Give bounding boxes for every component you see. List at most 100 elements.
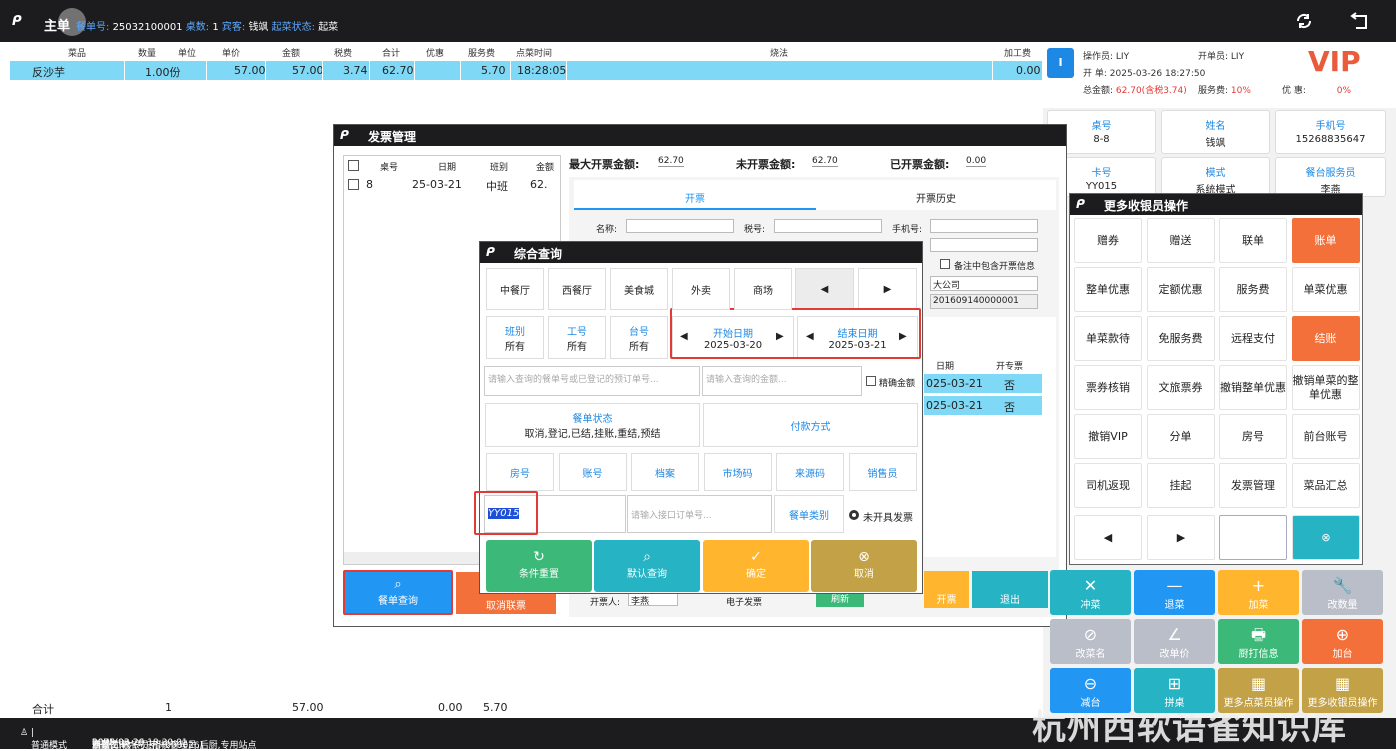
more-op-button[interactable]: 单菜款待 (1074, 316, 1142, 361)
issuer-select[interactable]: 李燕 (628, 592, 678, 607)
card-phone[interactable]: 手机号 15268835647 (1275, 110, 1386, 154)
staff-filter[interactable]: 工号 所有 (548, 316, 606, 359)
prev-page-button[interactable]: ◀ (1074, 515, 1142, 560)
exit-button[interactable]: 退出 (972, 571, 1048, 608)
issue-button[interactable]: 开票 (924, 571, 969, 608)
add-dish-button[interactable]: + 加菜 (1218, 570, 1299, 615)
more-op-button[interactable]: 服务费 (1219, 267, 1287, 312)
prev-venue-button[interactable]: ◀ (795, 268, 854, 310)
more-op-button[interactable]: 单菜优惠 (1291, 267, 1360, 312)
order-no-input[interactable]: 请输入查询的餐单号或已登记的预订单号... (484, 366, 700, 396)
end-prev-icon[interactable]: ◀ (806, 331, 814, 342)
more-op-button[interactable]: 整单优惠 (1074, 267, 1142, 312)
add-table-button[interactable]: ⊕ 加台 (1302, 619, 1383, 664)
venue-button[interactable]: 商场 (734, 268, 792, 310)
list-cell: 25-03-21 (412, 178, 462, 191)
filter-button[interactable]: 账号 (558, 453, 627, 491)
more-op-button[interactable]: 撤销整单优惠 (1219, 365, 1287, 410)
reset-button[interactable]: ↻ 条件重置 (486, 540, 592, 592)
end-next-icon[interactable]: ▶ (899, 331, 907, 342)
more-op-button[interactable]: 文旅票券 (1146, 365, 1215, 410)
start-next-icon[interactable]: ▶ (776, 331, 784, 342)
close-icon[interactable]: ⊗ (1292, 515, 1360, 560)
default-query-button[interactable]: ⌕ 默认查询 (594, 540, 700, 592)
exact-amount-checkbox[interactable] (866, 376, 876, 386)
filter-button[interactable]: 销售员 (848, 453, 917, 491)
table-row[interactable]: 反沙芋 1.00份 57.00 57.00 3.74 62.70 5.70 18… (10, 61, 1042, 80)
confirm-button[interactable]: ✓ 确定 (703, 540, 809, 592)
more-op-button[interactable]: 票券核销 (1074, 365, 1142, 410)
venue-button[interactable]: 外卖 (672, 268, 730, 310)
refresh-icon[interactable] (1294, 12, 1314, 30)
select-all-checkbox[interactable] (348, 160, 359, 171)
more-op-button[interactable]: 挂起 (1146, 463, 1215, 508)
more-op-button[interactable]: 房号 (1219, 414, 1287, 459)
more-op-button[interactable]: 前台账号 (1291, 414, 1360, 459)
start-prev-icon[interactable]: ◀ (680, 331, 688, 342)
name-input[interactable] (626, 219, 734, 233)
more-op-button[interactable]: 菜品汇总 (1291, 463, 1360, 508)
more-op-button[interactable]: 账单 (1291, 218, 1360, 263)
more-op-button[interactable]: 撤销VIP (1074, 414, 1142, 459)
row-checkbox[interactable] (348, 179, 359, 190)
discount-line: 优 惠: 0% (1282, 86, 1352, 96)
more-op-button[interactable]: 分单 (1146, 414, 1215, 459)
table-filter[interactable]: 台号 所有 (610, 316, 668, 359)
venue-button[interactable]: 中餐厅 (486, 268, 544, 310)
next-page-button[interactable]: ▶ (1147, 515, 1215, 560)
venue-button[interactable]: 美食城 (610, 268, 668, 310)
change-qty-button[interactable]: 🔧 改数量 (1302, 570, 1383, 615)
card-label: 姓名 (1205, 121, 1226, 132)
card-waiter[interactable]: 餐台服务员 李燕 (1275, 157, 1386, 197)
more-op-button[interactable]: 赠券 (1074, 218, 1142, 263)
api-order-input[interactable]: 请输入接口订单号... (627, 495, 772, 533)
payment-method-button[interactable]: 付款方式 (703, 403, 918, 447)
table-row[interactable]: 025-03-21 否 (924, 374, 1042, 393)
filter-button[interactable]: 档案 (631, 453, 699, 491)
more-op-button[interactable]: 撤销单菜的整单优惠 (1291, 365, 1360, 410)
tab-issue[interactable]: 开票 (574, 180, 816, 210)
tax-input[interactable] (774, 219, 882, 233)
filter-button[interactable]: 来源码 (776, 453, 844, 491)
phone-input[interactable] (930, 219, 1038, 233)
tab-history[interactable]: 开票历史 (816, 180, 1056, 210)
more-op-button[interactable]: 远程支付 (1219, 316, 1287, 361)
order-category-button[interactable]: 餐单类别 (774, 495, 844, 533)
more-op-button[interactable]: 司机返现 (1074, 463, 1142, 508)
rename-dish-button[interactable]: ⊘ 改菜名 (1050, 619, 1131, 664)
cancel-button[interactable]: ⊗ 取消 (811, 540, 917, 592)
change-price-button[interactable]: ∠ 改单价 (1134, 619, 1215, 664)
amount-input[interactable]: 请输入查询的金额... (702, 366, 862, 396)
venue-button[interactable]: 西餐厅 (548, 268, 606, 310)
table-row[interactable]: 025-03-21 否 (924, 396, 1042, 415)
order-query-button[interactable]: ⌕ 餐单查询 (343, 570, 453, 615)
extra-input[interactable] (930, 238, 1038, 252)
more-cashier-ops-button[interactable]: ▦ 更多收银员操作 (1302, 668, 1383, 713)
return-dish-button[interactable]: — 退菜 (1134, 570, 1215, 615)
next-venue-button[interactable]: ▶ (858, 268, 917, 310)
return-icon[interactable] (1350, 12, 1370, 30)
shift-filter[interactable]: 班别 所有 (486, 316, 544, 359)
more-op-button[interactable]: 免服务费 (1146, 316, 1215, 361)
more-op-button[interactable]: 发票管理 (1219, 463, 1287, 508)
not-invoiced-radio[interactable] (849, 510, 859, 520)
card-mode[interactable]: 模式 系统模式 (1161, 157, 1270, 197)
card-name[interactable]: 姓名 钱飒 (1161, 110, 1270, 154)
order-status-button[interactable]: 餐单状态 取消,登记,已结,挂账,重结,预结 (485, 403, 700, 447)
more-op-button[interactable]: 赠送 (1146, 218, 1215, 263)
dish-total: 62.70 (382, 64, 414, 77)
page-input[interactable] (1219, 515, 1287, 560)
merge-table-button[interactable]: ⊞ 拼桌 (1134, 668, 1215, 713)
flush-dish-button[interactable]: ✕ 冲菜 (1050, 570, 1131, 615)
filter-button[interactable]: 市场码 (703, 453, 772, 491)
more-op-button[interactable]: 联单 (1219, 218, 1287, 263)
more-op-button[interactable]: 结账 (1291, 316, 1360, 361)
company-select[interactable]: 大公司 (930, 276, 1038, 291)
more-op-button[interactable]: 定额优惠 (1146, 267, 1215, 312)
kitchen-print-button[interactable]: 🖶 厨打信息 (1218, 619, 1299, 664)
filter-button[interactable]: 房号 (486, 453, 554, 491)
remark-checkbox[interactable] (940, 259, 950, 269)
more-order-ops-button[interactable]: ▦ 更多点菜员操作 (1218, 668, 1299, 713)
reduce-table-button[interactable]: ⊖ 减台 (1050, 668, 1131, 713)
max-label: 最大开票金额: (569, 158, 640, 171)
